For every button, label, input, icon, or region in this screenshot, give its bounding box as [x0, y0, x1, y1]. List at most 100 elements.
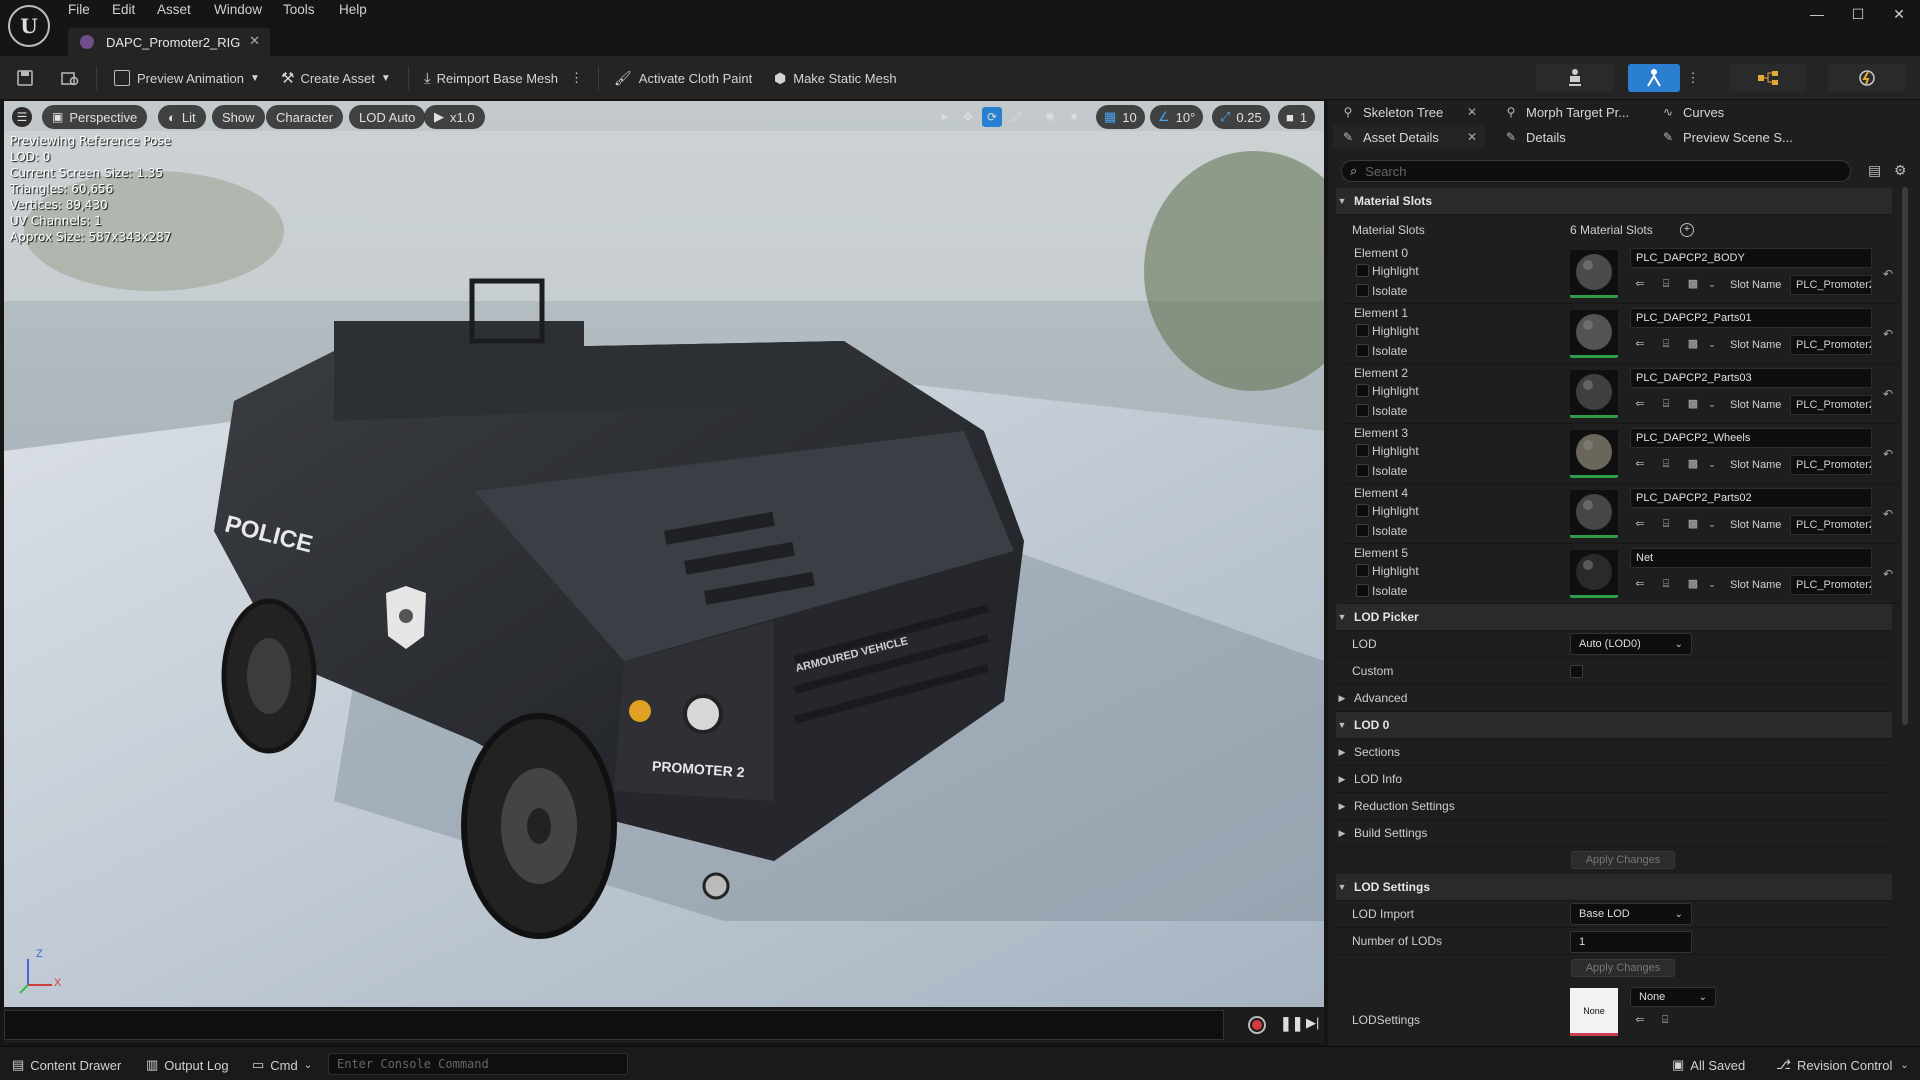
timeline-track[interactable] [4, 1010, 1224, 1040]
close-tab-icon[interactable]: ✕ [1467, 130, 1477, 144]
category-material-slots[interactable]: ▼ Material Slots [1336, 188, 1892, 215]
slot-name-field[interactable]: PLC_Promoter2 [1790, 335, 1872, 355]
activate-cloth-paint-button[interactable]: 🖌 Activate Cloth Paint [614, 68, 752, 88]
use-selected-icon[interactable]: ⇐ [1633, 397, 1647, 411]
material-options-icon[interactable]: ▩ [1686, 577, 1700, 591]
browse-asset-icon[interactable]: ⌸ [1658, 1013, 1672, 1027]
lit-button[interactable]: ◐ Lit [158, 105, 206, 129]
use-selected-icon[interactable]: ⇐ [1633, 517, 1647, 531]
slot-name-field[interactable]: PLC_Promoter2 [1790, 275, 1872, 295]
scale-tool-icon[interactable]: ⤢ [1006, 107, 1026, 127]
material-options-icon[interactable]: ▩ [1686, 397, 1700, 411]
tab-curves[interactable]: ∿ Curves [1653, 100, 1803, 124]
show-button[interactable]: Show [212, 105, 265, 129]
use-selected-icon[interactable]: ⇐ [1633, 577, 1647, 591]
lod-info-row[interactable]: ▶ LOD Info [1336, 766, 1892, 793]
scale-snap-button[interactable]: ⤢ 0.25 [1212, 105, 1270, 129]
material-thumbnail[interactable] [1570, 370, 1618, 418]
browse-asset-icon[interactable]: ⌸ [1659, 337, 1673, 351]
reset-to-default-icon[interactable]: ↶ [1883, 567, 1893, 581]
console-command-input[interactable]: Enter Console Command [328, 1053, 628, 1075]
use-selected-icon[interactable]: ⇐ [1633, 277, 1647, 291]
document-tab[interactable]: DAPC_Promoter2_RIG ✕ [68, 28, 270, 56]
chevron-down-icon[interactable]: ⌄ [1705, 397, 1719, 411]
use-selected-icon[interactable]: ⇐ [1633, 337, 1647, 351]
tab-details[interactable]: ✎ Details [1496, 125, 1646, 149]
isolate-checkbox[interactable] [1356, 524, 1369, 537]
material-name-field[interactable]: PLC_DAPCP2_Parts01 [1630, 308, 1872, 328]
lod-dropdown[interactable]: Auto (LOD0) ⌄ [1570, 633, 1692, 655]
skeleton-mode-button[interactable] [1536, 64, 1614, 92]
grid-snap-button[interactable]: ▦ 10 [1096, 105, 1145, 129]
close-window-icon[interactable]: ✕ [1888, 4, 1910, 24]
category-lod0[interactable]: ▼ LOD 0 [1336, 712, 1892, 739]
reset-to-default-icon[interactable]: ↶ [1883, 327, 1893, 341]
menu-window[interactable]: Window [214, 0, 262, 20]
advanced-row[interactable]: ▶ Advanced [1336, 685, 1892, 712]
browse-icon[interactable] [60, 68, 80, 88]
apply-changes-button[interactable]: Apply Changes [1571, 851, 1675, 869]
more-options-icon[interactable]: ⋮ [570, 70, 583, 86]
use-selected-icon[interactable]: ⇐ [1633, 457, 1647, 471]
material-options-icon[interactable]: ▩ [1686, 517, 1700, 531]
save-icon[interactable] [16, 68, 34, 88]
reset-to-default-icon[interactable]: ↶ [1883, 447, 1893, 461]
blueprint-mode-button[interactable] [1729, 64, 1807, 92]
select-tool-icon[interactable]: ➤ [934, 107, 954, 127]
build-settings-row[interactable]: ▶ Build Settings [1336, 820, 1892, 847]
category-lod-settings[interactable]: ▼ LOD Settings [1336, 874, 1892, 901]
preview-animation-button[interactable]: Preview Animation ▼ [114, 68, 260, 88]
isolate-checkbox[interactable] [1356, 584, 1369, 597]
close-tab-icon[interactable]: ✕ [249, 33, 260, 49]
character-button[interactable]: Character [266, 105, 344, 129]
number-of-lods-input[interactable]: 1 [1570, 931, 1692, 953]
isolate-checkbox[interactable] [1356, 344, 1369, 357]
material-options-icon[interactable]: ▩ [1686, 337, 1700, 351]
lod-auto-button[interactable]: LOD Auto [349, 105, 426, 129]
pause-icon[interactable]: ❚❚ [1280, 1015, 1303, 1032]
surface-snap-icon[interactable]: ✷ [1064, 107, 1084, 127]
reset-to-default-icon[interactable]: ↶ [1883, 507, 1893, 521]
translate-tool-icon[interactable]: ✥ [958, 107, 978, 127]
menu-tools[interactable]: Tools [283, 0, 315, 20]
tab-skeleton-tree[interactable]: ⚲ Skeleton Tree ✕ [1333, 100, 1485, 124]
material-name-field[interactable]: PLC_DAPCP2_BODY [1630, 248, 1872, 268]
reimport-base-mesh-button[interactable]: ⤓ Reimport Base Mesh ⋮ [424, 68, 583, 88]
browse-asset-icon[interactable]: ⌸ [1659, 277, 1673, 291]
cmd-button[interactable]: ▭ Cmd ⌄ [252, 1055, 312, 1075]
menu-file[interactable]: File [68, 0, 90, 20]
revision-control-button[interactable]: ⎇ Revision Control ⌄ [1776, 1055, 1909, 1075]
camera-speed-button[interactable]: ■ 1 [1278, 105, 1316, 129]
highlight-checkbox[interactable] [1356, 324, 1369, 337]
chevron-down-icon[interactable]: ⌄ [1705, 457, 1719, 471]
material-name-field[interactable]: PLC_DAPCP2_Parts03 [1630, 368, 1872, 388]
material-thumbnail[interactable] [1570, 250, 1618, 298]
material-thumbnail[interactable] [1570, 310, 1618, 358]
material-thumbnail[interactable] [1570, 550, 1618, 598]
slot-name-field[interactable]: PLC_Promoter2 [1790, 575, 1872, 595]
menu-edit[interactable]: Edit [112, 0, 135, 20]
chevron-down-icon[interactable]: ⌄ [1705, 277, 1719, 291]
lod-import-dropdown[interactable]: Base LOD ⌄ [1570, 903, 1692, 925]
perspective-button[interactable]: ▣ Perspective [42, 105, 148, 129]
material-name-field[interactable]: Net [1630, 548, 1872, 568]
maximize-icon[interactable]: ☐ [1847, 4, 1869, 24]
rotate-tool-icon[interactable]: ⟳ [982, 107, 1002, 127]
minimize-icon[interactable]: — [1806, 4, 1828, 24]
playback-speed-button[interactable]: ▶ x1.0 [424, 105, 485, 129]
highlight-checkbox[interactable] [1356, 384, 1369, 397]
material-options-icon[interactable]: ▩ [1686, 457, 1700, 471]
mode-more-icon[interactable]: ⋮ [1684, 64, 1702, 92]
all-saved-button[interactable]: ▣ All Saved [1672, 1055, 1745, 1075]
menu-help[interactable]: Help [339, 0, 367, 20]
details-scrollbar[interactable] [1902, 187, 1908, 725]
lodsettings-thumbnail[interactable]: None [1570, 988, 1618, 1036]
tab-morph-target[interactable]: ⚲ Morph Target Pr... [1496, 100, 1646, 124]
isolate-checkbox[interactable] [1356, 464, 1369, 477]
chevron-down-icon[interactable]: ⌄ [1705, 577, 1719, 591]
browse-asset-icon[interactable]: ⌸ [1659, 577, 1673, 591]
material-thumbnail[interactable] [1570, 490, 1618, 538]
highlight-checkbox[interactable] [1356, 504, 1369, 517]
material-name-field[interactable]: PLC_DAPCP2_Parts02 [1630, 488, 1872, 508]
highlight-checkbox[interactable] [1356, 564, 1369, 577]
